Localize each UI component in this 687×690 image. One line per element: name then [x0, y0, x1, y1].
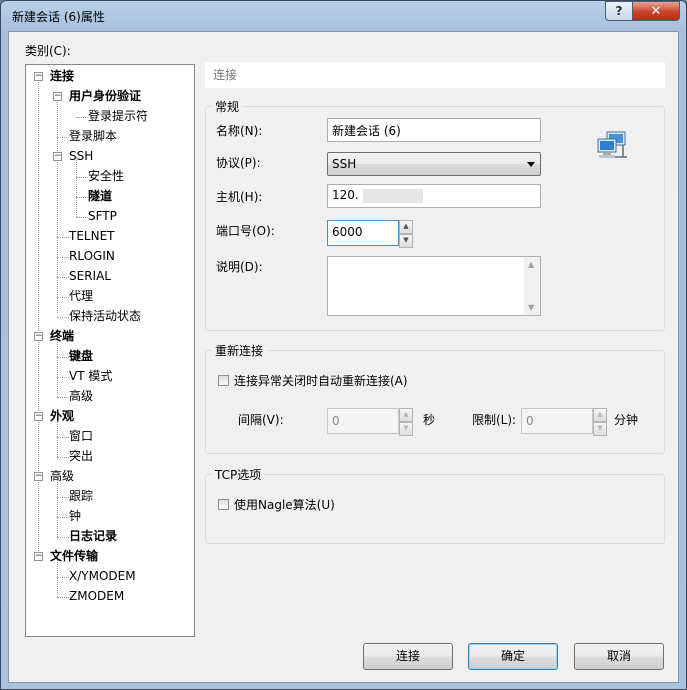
tree-item-xymodem[interactable]: X/YMODEM	[69, 567, 136, 585]
cancel-button[interactable]: 取消	[574, 643, 664, 670]
nagle-label: 使用Nagle算法(U)	[234, 498, 335, 512]
tree-item-appearance[interactable]: 外观	[50, 407, 74, 425]
tree-item-security[interactable]: 安全性	[88, 167, 124, 185]
tree-item-tunnel[interactable]: 隧道	[88, 187, 112, 205]
tree-item-terminal-advanced[interactable]: 高级	[69, 387, 93, 405]
tree-item-file-transfer[interactable]: 文件传输	[50, 547, 98, 565]
title-bar: 新建会话 (6)属性 ? ✕	[1, 1, 686, 31]
reconnect-group-title: 重新连接	[212, 342, 267, 359]
tcp-group-title: TCP选项	[212, 466, 265, 483]
name-label: 名称(N):	[216, 124, 263, 138]
collapse-appearance-toggle[interactable]: −	[34, 412, 43, 421]
reconnect-group: 重新连接	[205, 342, 665, 454]
spin-up-icon[interactable]: ▲	[399, 408, 413, 422]
tree-item-terminal[interactable]: 终端	[50, 327, 74, 345]
scroll-up-icon[interactable]: ▲	[528, 260, 534, 269]
tree-item-ssh[interactable]: SSH	[69, 147, 93, 165]
limit-input[interactable]: 0	[521, 408, 593, 434]
protocol-label: 协议(P):	[216, 156, 261, 170]
ok-button[interactable]: 确定	[468, 643, 558, 670]
interval-unit: 秒	[423, 413, 436, 427]
tree-item-telnet[interactable]: TELNET	[69, 227, 115, 245]
close-button[interactable]: ✕	[633, 1, 680, 21]
port-spinner[interactable]: ▲ ▼	[399, 220, 413, 248]
auto-reconnect-checkbox[interactable]	[218, 375, 229, 386]
network-computers-icon	[597, 131, 627, 158]
collapse-ssh-toggle[interactable]: −	[53, 152, 62, 161]
tree-item-proxy[interactable]: 代理	[69, 287, 93, 305]
host-label: 主机(H):	[216, 190, 263, 204]
host-value: 120.	[332, 188, 359, 202]
category-tree[interactable]: − − − − − − − 连接 用户身份验证 登录提示符 登录脚本 SSH 安…	[25, 64, 195, 637]
protocol-select[interactable]: SSH	[327, 152, 541, 176]
panel-header: 连接	[205, 62, 665, 88]
scroll-down-icon[interactable]: ▼	[528, 303, 534, 312]
description-textarea[interactable]: ▲ ▼	[327, 256, 541, 316]
tree-item-logging[interactable]: 日志记录	[69, 527, 117, 545]
collapse-connection-toggle[interactable]: −	[34, 72, 43, 81]
description-label: 说明(D):	[216, 260, 263, 274]
tree-item-trace[interactable]: 跟踪	[69, 487, 93, 505]
connect-button[interactable]: 连接	[363, 643, 453, 670]
interval-label: 间隔(V):	[238, 413, 284, 427]
spin-up-icon[interactable]: ▲	[593, 408, 607, 422]
tree-item-sftp[interactable]: SFTP	[88, 207, 117, 225]
limit-label: 限制(L):	[472, 413, 517, 427]
tree-item-serial[interactable]: SERIAL	[69, 267, 111, 285]
port-input[interactable]: 6000	[327, 220, 399, 246]
auto-reconnect-label: 连接异常关闭时自动重新连接(A)	[234, 374, 408, 388]
tree-item-connection[interactable]: 连接	[50, 67, 74, 85]
port-label: 端口号(O):	[216, 224, 275, 238]
chevron-down-icon	[527, 162, 535, 167]
tree-item-user-auth[interactable]: 用户身份验证	[69, 87, 141, 105]
limit-spinner[interactable]: ▲ ▼	[593, 408, 607, 436]
tree-item-bell[interactable]: 钟	[69, 507, 81, 525]
collapse-filetransfer-toggle[interactable]: −	[34, 552, 43, 561]
tree-item-rlogin[interactable]: RLOGIN	[69, 247, 115, 265]
window-title: 新建会话 (6)属性	[12, 10, 105, 24]
tree-item-login-prompts[interactable]: 登录提示符	[88, 107, 148, 125]
spin-down-icon[interactable]: ▼	[399, 422, 413, 436]
tree-item-advanced[interactable]: 高级	[50, 467, 74, 485]
interval-input[interactable]: 0	[327, 408, 399, 434]
tree-item-window[interactable]: 窗口	[69, 427, 93, 445]
collapse-auth-toggle[interactable]: −	[53, 92, 62, 101]
description-scrollbar[interactable]: ▲ ▼	[524, 257, 540, 315]
properties-dialog: 新建会话 (6)属性 ? ✕ 类别(C): − − − − − − − 连接 用…	[0, 0, 687, 690]
interval-spinner[interactable]: ▲ ▼	[399, 408, 413, 436]
dialog-client: 类别(C): − − − − − − − 连接 用户身份验证 登录提示符 登录脚…	[8, 31, 679, 683]
tree-item-zmodem[interactable]: ZMODEM	[69, 587, 124, 605]
host-input[interactable]: 120.	[327, 184, 541, 208]
spin-up-icon[interactable]: ▲	[399, 220, 413, 234]
tree-item-keyboard[interactable]: 键盘	[69, 347, 93, 365]
category-label: 类别(C):	[25, 44, 71, 58]
nagle-checkbox[interactable]	[218, 499, 229, 510]
name-input[interactable]: 新建会话 (6)	[327, 118, 541, 142]
limit-unit: 分钟	[614, 413, 639, 427]
spin-down-icon[interactable]: ▼	[593, 422, 607, 436]
general-group-title: 常规	[212, 98, 243, 115]
spin-down-icon[interactable]: ▼	[399, 234, 413, 248]
protocol-value: SSH	[332, 157, 357, 171]
tree-item-vt-mode[interactable]: VT 模式	[69, 367, 112, 385]
redacted-block	[362, 188, 423, 203]
tree-item-keepalive[interactable]: 保持活动状态	[69, 307, 141, 325]
collapse-terminal-toggle[interactable]: −	[34, 332, 43, 341]
tree-item-login-script[interactable]: 登录脚本	[69, 127, 117, 145]
tree-item-highlight[interactable]: 突出	[69, 447, 93, 465]
collapse-advanced-toggle[interactable]: −	[34, 472, 43, 481]
help-button[interactable]: ?	[605, 1, 633, 21]
